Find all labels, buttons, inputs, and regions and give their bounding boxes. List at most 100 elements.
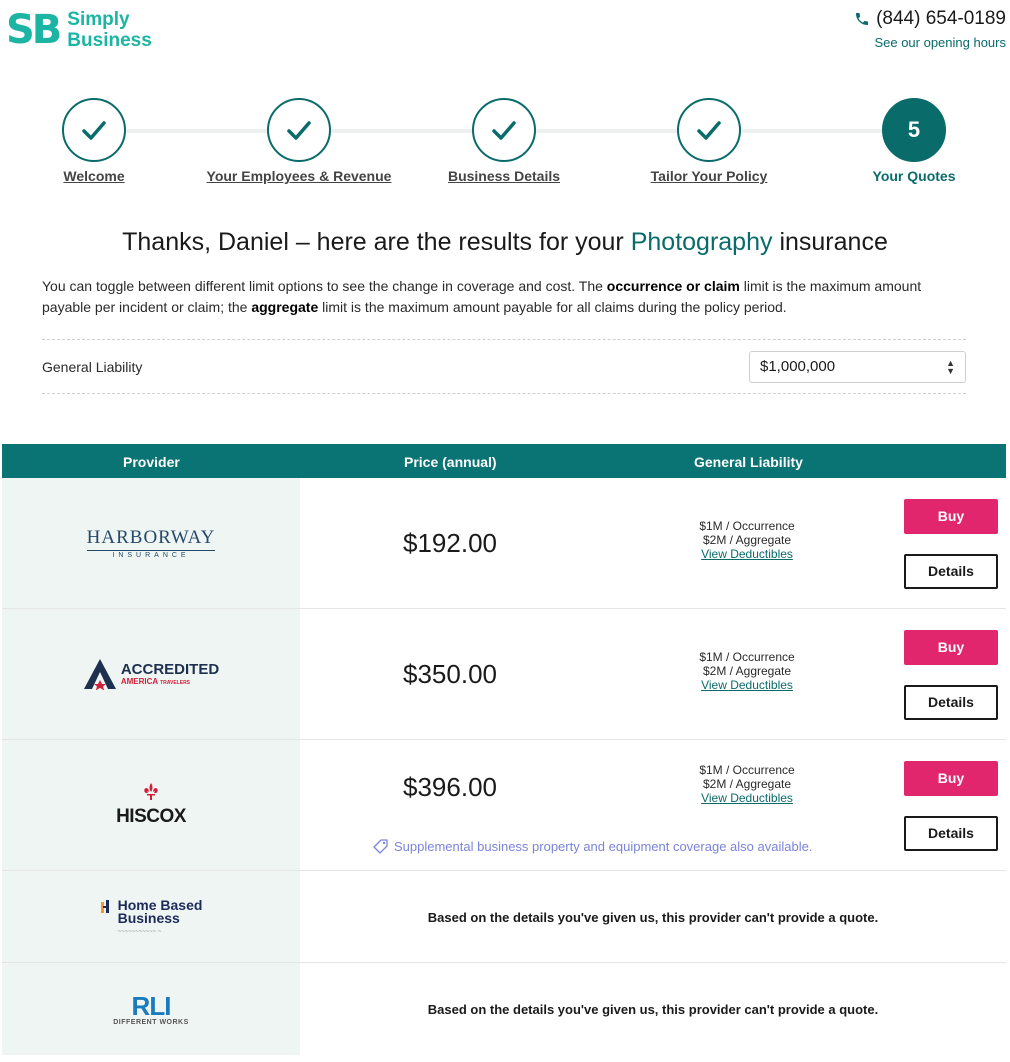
supplemental-note-text: Supplemental business property and equip… [394,839,813,854]
phone-number[interactable]: (844) 654-0189 [854,8,1006,30]
supplemental-coverage-note: Supplemental business property and equip… [372,838,812,855]
price: $192.00 [403,528,497,558]
intro-text: You can toggle between different limit o… [42,278,607,294]
general-liability-limit-select[interactable]: $1,000,000 ▲ ▼ [749,350,966,383]
provider-cell: HISCOX [2,740,300,870]
no-quote-message: Based on the details you've given us, th… [427,910,879,925]
step-label: Your Quotes [872,168,956,184]
hiscox-logo: HISCOX [116,782,186,828]
details-button[interactable]: Details [904,816,998,851]
coverage-occurrence: $1M / Occurrence [699,519,795,533]
progress-stepper: Welcome Your Employees & Revenue Busines… [0,98,1010,198]
coverage-occurrence: $1M / Occurrence [699,650,795,664]
header-provider: Provider [123,454,180,470]
step-circle [267,98,331,162]
quotes-table-header: Provider Price (annual) General Liabilit… [2,444,1006,478]
logo-text: ACCREDITED [120,660,220,678]
view-deductibles-link[interactable]: View Deductibles [672,547,822,561]
step-label[interactable]: Tailor Your Policy [599,168,819,184]
intro-text: limit is the maximum amount payable for … [318,299,787,315]
logo-mark: SB [6,7,62,53]
select-arrows-icon: ▲ ▼ [946,357,955,376]
buy-button[interactable]: Buy [904,630,998,665]
rli-logo: RLI DIFFERENT WORKS [113,993,189,1026]
phone-number-text: (844) 654-0189 [876,8,1006,29]
phone-block: (844) 654-0189 See our opening hours [854,8,1006,50]
selected-limit: $1,000,000 [760,358,836,375]
logo-subtext: AMERICA TRAVELERS [120,676,191,686]
logo-wordmark: Simply Business [67,9,151,51]
tag-icon [373,839,388,854]
step-circle [677,98,741,162]
step-label[interactable]: Welcome [0,168,204,184]
limit-selector-row: General Liability $1,000,000 ▲ ▼ [42,339,966,394]
opening-hours-link[interactable]: See our opening hours [854,35,1006,50]
quote-row: Home Based Business ~~~~~~~~~~~ ~ Based o… [2,871,1006,963]
intro-bold-occurrence: occurrence or claim [606,278,740,294]
phone-icon [856,13,869,25]
buy-button[interactable]: Buy [904,499,998,534]
general-liability-label: General Liability [42,358,143,375]
quote-row: HARBORWAY INSURANCE $192.00 $1M / Occurr… [2,478,1006,609]
harborway-logo: HARBORWAY INSURANCE [86,527,216,559]
step-number: 5 [882,98,946,162]
view-deductibles-link[interactable]: View Deductibles [672,678,822,692]
step-circle [472,98,536,162]
quote-row: HISCOX $396.00 $1M / Occurrence $2M / Ag… [2,740,1006,871]
title-text-end: insurance [772,228,888,256]
home-based-icon [100,899,109,913]
step-tailor-policy[interactable]: Tailor Your Policy [599,98,819,184]
logo-line-1: Simply [67,9,130,30]
logo-subtext: ~~~~~~~~~~~ ~ [117,928,162,935]
coverage-info: $1M / Occurrence $2M / Aggregate View De… [672,650,822,692]
coverage-occurrence: $1M / Occurrence [699,763,795,777]
page-title: Thanks, Daniel – here are the results fo… [0,228,1010,257]
coverage-aggregate: $2M / Aggregate [702,777,792,791]
price: $350.00 [403,659,497,689]
provider-cell: RLI DIFFERENT WORKS [2,963,300,1055]
intro-paragraph: You can toggle between different limit o… [42,276,972,318]
logo-text: HARBORWAY [86,527,216,548]
details-button[interactable]: Details [904,685,998,720]
no-quote-message: Based on the details you've given us, th… [427,1002,879,1017]
fleur-de-lis-icon [144,782,158,800]
step-circle [62,98,126,162]
header-price: Price (annual) [404,454,497,470]
coverage-info: $1M / Occurrence $2M / Aggregate View De… [672,519,822,561]
quote-row: ACCREDITED AMERICA TRAVELERS $350.00 $1M… [2,609,1006,740]
title-business-type: Photography [630,228,773,256]
step-business-details[interactable]: Business Details [394,98,614,184]
quote-row: RLI DIFFERENT WORKS Based on the details… [2,963,1006,1055]
provider-cell: ACCREDITED AMERICA TRAVELERS [2,609,300,739]
logo-subtext: INSURANCE [86,550,216,559]
provider-cell: Home Based Business ~~~~~~~~~~~ ~ [2,871,300,962]
home-based-business-logo: Home Based Business ~~~~~~~~~~~ ~ [100,896,203,935]
step-label[interactable]: Your Employees & Revenue [189,168,409,184]
intro-bold-aggregate: aggregate [251,299,319,315]
step-welcome[interactable]: Welcome [0,98,204,184]
check-icon [82,121,106,140]
provider-cell: HARBORWAY INSURANCE [2,478,300,608]
view-deductibles-link[interactable]: View Deductibles [672,791,822,805]
coverage-aggregate: $2M / Aggregate [702,664,792,678]
check-icon [492,121,516,140]
check-icon [287,121,311,140]
coverage-aggregate: $2M / Aggregate [702,533,792,547]
title-text: Thanks, Daniel – here are the results fo… [122,228,631,256]
step-label[interactable]: Business Details [394,168,614,184]
coverage-info: $1M / Occurrence $2M / Aggregate View De… [672,763,822,805]
logo-text: Home Based Business [117,896,203,926]
details-button[interactable]: Details [904,554,998,589]
accredited-a-icon [83,659,116,690]
logo-line-2: Business [67,30,152,51]
check-icon [697,121,721,140]
price: $396.00 [403,772,497,802]
simply-business-logo[interactable]: SB Simply Business [6,8,152,52]
buy-button[interactable]: Buy [904,761,998,796]
logo-subtext: DIFFERENT WORKS [113,1018,189,1026]
logo-text: RLI [131,990,172,1021]
accredited-logo: ACCREDITED AMERICA TRAVELERS [83,658,219,690]
step-employees-revenue[interactable]: Your Employees & Revenue [189,98,409,184]
header-coverage: General Liability [694,454,803,470]
logo-text: HISCOX [116,805,186,827]
